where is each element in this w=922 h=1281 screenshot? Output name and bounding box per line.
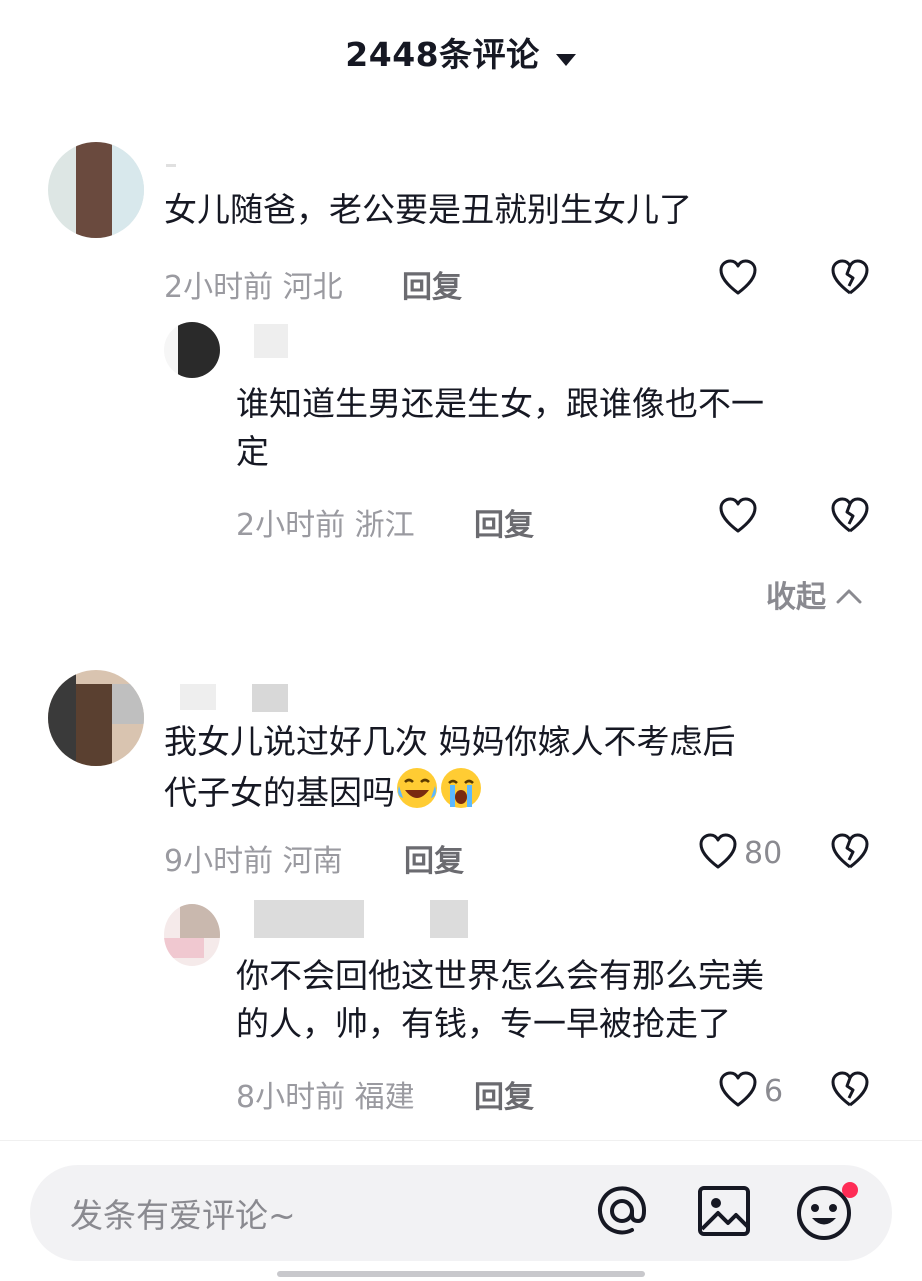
- chevron-up-icon: [836, 577, 862, 612]
- comment-time: 8小时前: [236, 1080, 346, 1115]
- avatar[interactable]: [164, 904, 220, 966]
- comment-meta: 9小时前 河南: [164, 836, 343, 880]
- comment-location: 福建: [354, 1080, 415, 1115]
- comment-text: 女儿随爸，老公要是丑就别生女儿了: [164, 190, 692, 229]
- laughing-emoji-icon: [395, 766, 439, 823]
- chevron-down-icon: [555, 52, 577, 71]
- username-obscured: [430, 900, 468, 938]
- like-count: 80: [744, 835, 783, 871]
- comment-text: 你不会回他这世界怎么会有那么完美 的人，帅，有钱，专一早被抢走了: [236, 956, 764, 1043]
- comment-meta: 8小时前 福建: [236, 1072, 415, 1116]
- broken-heart-icon: [830, 497, 870, 538]
- collapse-label: 收起: [766, 580, 826, 615]
- comment-input[interactable]: 发条有爱评论~: [30, 1165, 892, 1261]
- like-count: 6: [764, 1073, 784, 1109]
- dislike-button[interactable]: [830, 832, 870, 874]
- dislike-button[interactable]: [830, 1070, 870, 1112]
- comment-input-placeholder: 发条有爱评论~: [70, 1196, 296, 1235]
- comment-text: 我女儿说过好几次 妈妈你嫁人不考虑后 代子女的基因吗: [164, 718, 736, 823]
- image-icon[interactable]: [694, 1181, 754, 1245]
- username-obscured: [180, 684, 216, 710]
- crying-emoji-icon: [439, 766, 483, 823]
- heart-icon: [718, 496, 758, 538]
- broken-heart-icon: [830, 833, 870, 874]
- comment-location: 河南: [282, 844, 343, 879]
- comment-location: 河北: [282, 270, 343, 305]
- comment-time: 2小时前: [164, 270, 274, 305]
- comment-input-bar: 发条有爱评论~: [0, 1140, 922, 1281]
- dislike-button[interactable]: [830, 496, 870, 538]
- comment-text: 谁知道生男还是生女，跟谁像也不一 定: [236, 384, 764, 471]
- comment-count-title: 2448条评论: [345, 35, 540, 74]
- collapse-replies-button[interactable]: 收起: [766, 572, 862, 616]
- comment-time: 2小时前: [236, 508, 346, 543]
- heart-icon: [718, 1070, 758, 1112]
- avatar[interactable]: [48, 142, 144, 238]
- broken-heart-icon: [830, 1071, 870, 1112]
- avatar[interactable]: [48, 670, 144, 766]
- reply-button[interactable]: 回复: [404, 836, 464, 880]
- like-button[interactable]: 6: [718, 1070, 783, 1112]
- comment-meta: 2小时前 河北: [164, 262, 343, 306]
- comments-header[interactable]: 2448条评论: [0, 28, 922, 76]
- username-obscured: [254, 900, 364, 938]
- reply-button[interactable]: 回复: [474, 500, 534, 544]
- emoji-icon[interactable]: [794, 1181, 860, 1247]
- like-button[interactable]: [718, 258, 758, 300]
- username-obscured: [254, 324, 288, 358]
- comment-time: 9小时前: [164, 844, 274, 879]
- comment-location: 浙江: [354, 508, 415, 543]
- username-obscured: [252, 684, 288, 712]
- reply-button[interactable]: 回复: [474, 1072, 534, 1116]
- comment-meta: 2小时前 浙江: [236, 500, 415, 544]
- reply-button[interactable]: 回复: [402, 262, 462, 306]
- heart-icon: [698, 832, 738, 874]
- like-button[interactable]: 80: [698, 832, 782, 874]
- at-icon[interactable]: [592, 1181, 652, 1245]
- avatar[interactable]: [164, 322, 220, 378]
- home-indicator: [277, 1271, 645, 1277]
- username-obscured: [166, 164, 176, 167]
- dislike-button[interactable]: [830, 258, 870, 300]
- heart-icon: [718, 258, 758, 300]
- like-button[interactable]: [718, 496, 758, 538]
- broken-heart-icon: [830, 259, 870, 300]
